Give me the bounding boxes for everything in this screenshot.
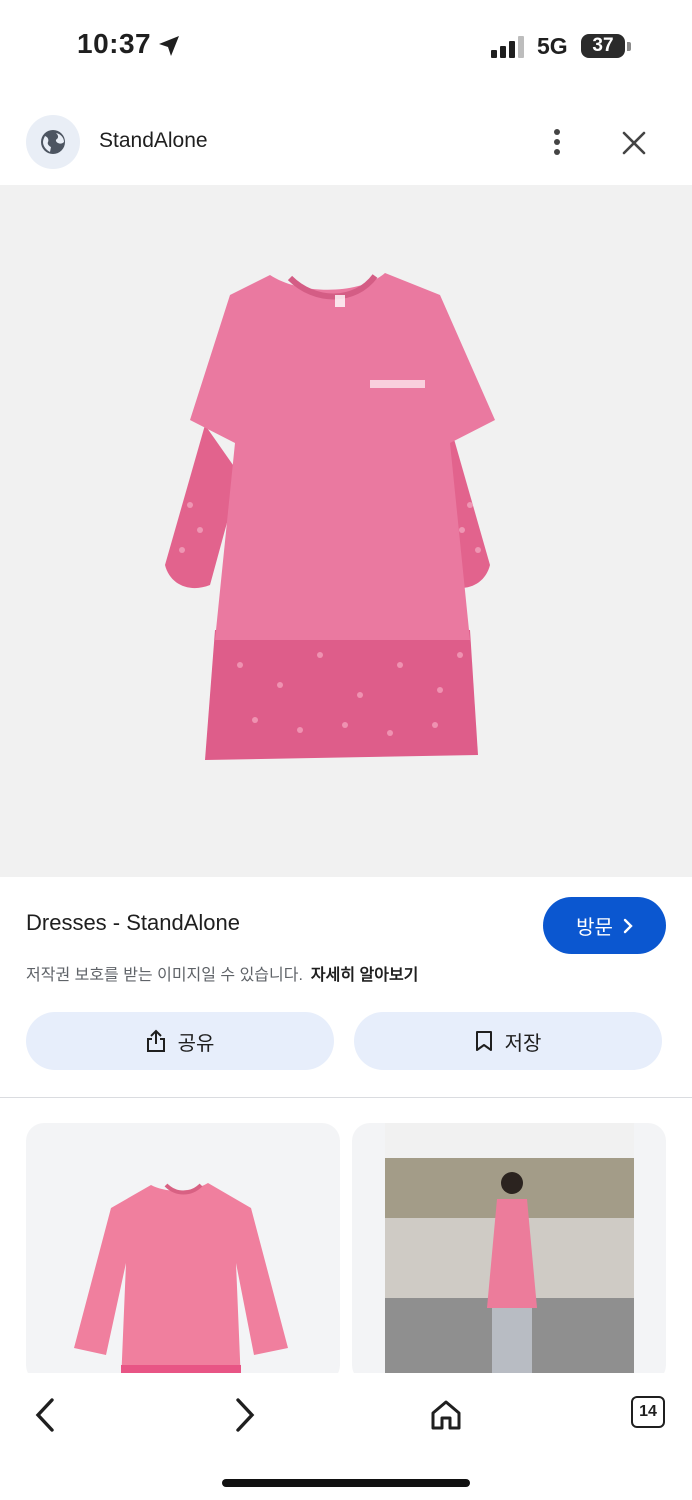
- header: StandAlone: [0, 95, 692, 185]
- forward-icon: [236, 1398, 255, 1432]
- result-title[interactable]: Dresses - StandAlone: [26, 910, 240, 936]
- globe-icon: [26, 115, 80, 169]
- battery-level: 37: [581, 34, 625, 58]
- location-arrow-icon: [159, 36, 179, 56]
- close-icon[interactable]: [617, 126, 651, 160]
- forward-button[interactable]: [225, 1395, 265, 1435]
- related-image-card[interactable]: [352, 1123, 666, 1383]
- related-image-card[interactable]: [26, 1123, 340, 1383]
- back-icon: [35, 1398, 54, 1432]
- learn-more-link[interactable]: 자세히 알아보기: [311, 967, 419, 984]
- tab-count: 14: [639, 1403, 657, 1420]
- copyright-text: 저작권 보호를 받는 이미지일 수 있습니다.: [26, 967, 303, 984]
- site-name[interactable]: StandAlone: [99, 129, 208, 153]
- share-button[interactable]: 공유: [26, 1012, 334, 1070]
- save-button[interactable]: 저장: [354, 1012, 662, 1070]
- share-icon: [146, 1029, 165, 1052]
- signal-icon: [491, 36, 524, 58]
- more-vert-icon[interactable]: [540, 125, 574, 159]
- hero-product-image[interactable]: [0, 185, 692, 877]
- status-time: 10:37: [77, 28, 152, 59]
- battery-cap: [627, 42, 631, 51]
- status-bar: 10:37 5G 37: [0, 0, 692, 95]
- visit-label: 방문: [576, 917, 613, 939]
- copyright-notice: 저작권 보호를 받는 이미지일 수 있습니다. 자세히 알아보기: [26, 961, 418, 985]
- bookmark-icon: [475, 1031, 492, 1051]
- visit-button[interactable]: 방문: [543, 897, 666, 954]
- network-type: 5G: [537, 33, 568, 59]
- home-button[interactable]: [426, 1395, 466, 1435]
- chevron-right-icon: [623, 918, 633, 933]
- share-label: 공유: [177, 1032, 215, 1055]
- tabs-icon[interactable]: 14: [631, 1396, 665, 1428]
- home-indicator: [222, 1479, 470, 1487]
- save-label: 저장: [504, 1032, 542, 1055]
- divider: [0, 1097, 692, 1098]
- home-icon: [431, 1400, 461, 1430]
- back-button[interactable]: [25, 1395, 65, 1435]
